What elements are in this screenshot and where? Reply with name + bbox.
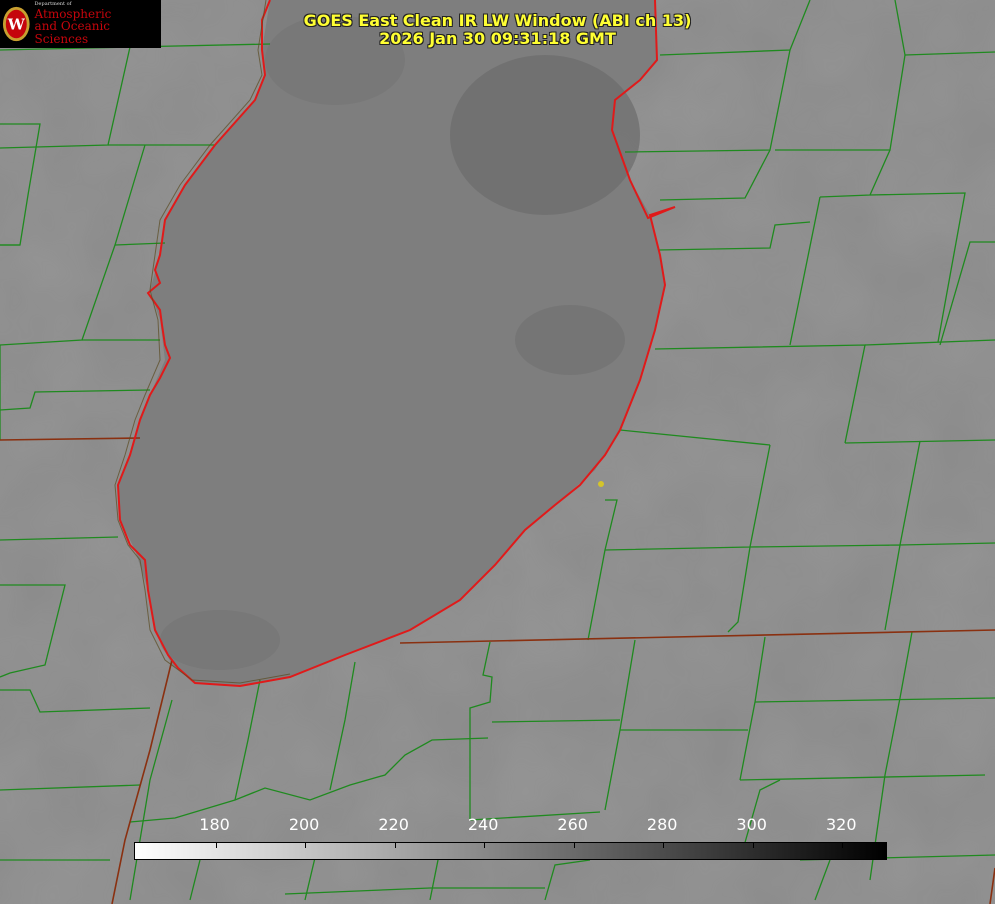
colorbar-tick [305,843,307,848]
colorbar-tick [573,843,575,848]
colorbar-tick-labels: 180 200 220 240 260 280 300 320 [134,815,886,835]
satellite-map [0,0,995,904]
colorbar-tick-label: 180 [199,815,230,834]
colorbar-tick [215,843,217,848]
colorbar-tick-label: 280 [646,815,678,834]
location-marker [598,481,604,487]
colorbar-tick-label: 300 [736,815,767,834]
cloud-dark-north [450,55,640,215]
colorbar [134,842,887,860]
colorbar-tick-label: 260 [557,815,588,834]
colorbar-tick [752,843,754,848]
colorbar-tick [394,843,396,848]
colorbar-tick [663,843,665,848]
colorbar-tick [484,843,486,848]
cloud-dark-mid [515,305,625,375]
colorbar-tick-label: 320 [825,815,857,834]
satellite-image-viewer: W Department of Atmospheric and Oceanic … [0,0,995,904]
colorbar-tick-label: 200 [288,815,320,834]
colorbar-tick-label: 220 [378,815,409,834]
image-title: GOES East Clean IR LW Window (ABI ch 13) [303,11,692,30]
image-timestamp: 2026 Jan 30 09:31:18 GMT [379,29,616,48]
colorbar-tick-label: 240 [467,815,499,834]
colorbar-tick [842,843,844,848]
cloud-dark-south [160,610,280,670]
